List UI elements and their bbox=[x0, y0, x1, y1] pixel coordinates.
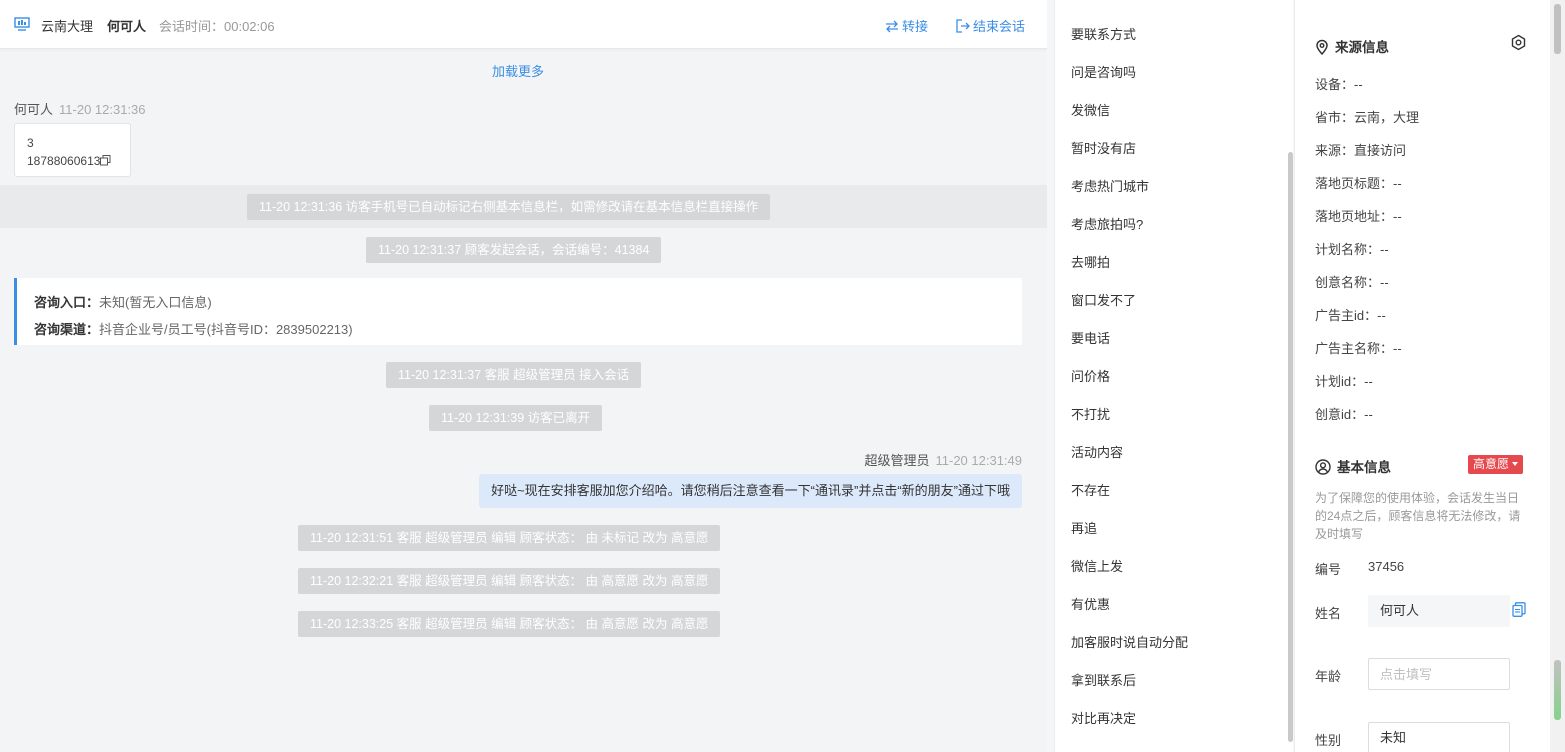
customer-info-panel: 来源信息 设备：-- 省市：云南，大理 来源：直接访问 落地页标题：-- 落地页… bbox=[1294, 0, 1550, 752]
visitor-sender-name: 何可人 bbox=[14, 102, 54, 117]
user-circle-icon bbox=[1315, 459, 1331, 475]
quick-reply-item[interactable]: 问是咨询吗 bbox=[1071, 62, 1136, 81]
quick-reply-item[interactable]: 要电话 bbox=[1071, 328, 1110, 347]
load-more-link[interactable]: 加载更多 bbox=[492, 61, 544, 80]
advertiser-name: 广告主名称：-- bbox=[1315, 341, 1402, 356]
quick-reply-item[interactable]: 考虑热门城市 bbox=[1071, 176, 1149, 195]
quick-reply-item[interactable]: 拿到联系后 bbox=[1071, 670, 1136, 689]
copy-name-icon[interactable] bbox=[1512, 602, 1526, 620]
end-session-button[interactable]: 结束会话 bbox=[956, 16, 1025, 35]
plan-name: 计划名称：-- bbox=[1315, 242, 1389, 257]
quick-reply-item[interactable]: 窗口发不了 bbox=[1071, 290, 1136, 309]
quick-reply-item[interactable]: 要联系方式 bbox=[1071, 24, 1136, 43]
name-label: 姓名 bbox=[1315, 606, 1342, 621]
consult-entry-card: 咨询入口：未知(暂无入口信息) 咨询渠道：抖音企业号/员工号(抖音号ID：283… bbox=[14, 278, 1022, 345]
plan-id: 计划id：-- bbox=[1315, 374, 1373, 389]
quick-reply-item[interactable]: 暂时没有店 bbox=[1071, 138, 1136, 157]
channel-value: 抖音企业号/员工号(抖音号ID：2839502213) bbox=[99, 322, 353, 337]
quick-reply-item[interactable]: 不存在 bbox=[1071, 480, 1110, 499]
quick-reply-item[interactable]: 微信上发 bbox=[1071, 556, 1123, 575]
quick-reply-scrollbar[interactable] bbox=[1288, 152, 1293, 742]
id-value: 37456 bbox=[1368, 559, 1405, 574]
monitor-icon bbox=[14, 17, 30, 31]
quick-reply-item[interactable]: 去哪拍 bbox=[1071, 252, 1110, 271]
visitor-message-line2: 18788060613 bbox=[27, 154, 101, 168]
quick-reply-item[interactable]: 问价格 bbox=[1071, 366, 1110, 385]
location-pin-icon bbox=[1316, 39, 1328, 56]
visitor-message-bubble: 3 18788060613 bbox=[14, 123, 131, 177]
landing-page-title: 落地页标题：-- bbox=[1315, 176, 1402, 191]
scrollbar-thumb[interactable] bbox=[1554, 4, 1561, 54]
agent-sender-name: 超级管理员 bbox=[864, 453, 930, 468]
creative-name: 创意名称：-- bbox=[1315, 275, 1389, 290]
transfer-button[interactable]: 转接 bbox=[885, 16, 928, 35]
advertiser-id: 广告主id：-- bbox=[1315, 308, 1386, 323]
system-message: 11-20 12:31:39 访客已离开 bbox=[429, 405, 603, 431]
gender-select[interactable]: 未知 bbox=[1368, 722, 1510, 752]
agent-message-meta: 超级管理员 11-20 12:31:49 bbox=[864, 450, 1022, 469]
system-message: 11-20 12:33:25 客服 超级管理员 编辑 顾客状态： 由 高意愿 改… bbox=[298, 611, 721, 637]
age-label: 年龄 bbox=[1315, 669, 1342, 684]
page-scrollbar[interactable] bbox=[1550, 0, 1565, 752]
chat-header: 云南大理 何可人 会话时间：00:02:06 转接 结束会话 bbox=[0, 0, 1047, 49]
system-message: 11-20 12:31:36 访客手机号已自动标记右侧基本信息栏，如需修改请在基… bbox=[247, 194, 771, 220]
copy-icon[interactable] bbox=[100, 153, 111, 166]
transfer-icon bbox=[886, 20, 898, 33]
quick-reply-item[interactable]: 考虑旅拍吗? bbox=[1071, 214, 1143, 233]
system-message: 11-20 12:31:37 顾客发起会话，会话编号：41384 bbox=[366, 237, 662, 263]
quick-reply-item[interactable]: 加客服时说自动分配 bbox=[1071, 632, 1188, 651]
creative-id: 创意id：-- bbox=[1315, 407, 1373, 422]
id-label: 编号 bbox=[1315, 562, 1342, 577]
agent-message-time: 11-20 12:31:49 bbox=[935, 453, 1023, 468]
source-device: 设备：-- bbox=[1315, 77, 1363, 92]
source-channel: 来源：直接访问 bbox=[1315, 143, 1407, 158]
chat-panel: 云南大理 何可人 会话时间：00:02:06 转接 结束会话 加载更多 何可人 1… bbox=[0, 0, 1047, 752]
visitor-message-line1: 3 bbox=[27, 136, 34, 150]
entry-label: 咨询入口： bbox=[34, 295, 100, 310]
visitor-message-meta: 何可人 11-20 12:31:36 bbox=[14, 99, 146, 118]
edit-deadline-note: 为了保障您的使用体验，会话发生当日的24点之后，顾客信息将无法修改，请及时填写 bbox=[1315, 491, 1521, 541]
toggle-visibility-icon[interactable] bbox=[1510, 34, 1527, 54]
transfer-label: 转接 bbox=[902, 19, 929, 34]
visitor-name: 何可人 bbox=[107, 19, 147, 34]
system-message: 11-20 12:32:21 客服 超级管理员 编辑 顾客状态： 由 高意愿 改… bbox=[298, 568, 721, 594]
name-field: 何可人 bbox=[1368, 595, 1510, 627]
intent-status-dropdown[interactable]: 高意愿 bbox=[1468, 455, 1524, 474]
landing-page-url: 落地页地址：-- bbox=[1315, 209, 1402, 224]
quick-reply-item[interactable]: 发微信 bbox=[1071, 100, 1110, 119]
quick-reply-item[interactable]: 活动内容 bbox=[1071, 442, 1123, 461]
channel-label: 咨询渠道： bbox=[34, 322, 100, 337]
quick-reply-item[interactable]: 有优惠 bbox=[1071, 594, 1110, 613]
system-message: 11-20 12:31:51 客服 超级管理员 编辑 顾客状态： 由 未标记 改… bbox=[298, 525, 721, 551]
quick-reply-list: 要联系方式 问是咨询吗 发微信 暂时没有店 考虑热门城市 考虑旅拍吗? 去哪拍 … bbox=[1054, 0, 1293, 752]
basic-info-title: 基本信息 bbox=[1315, 456, 1391, 476]
entry-value: 未知(暂无入口信息) bbox=[99, 295, 212, 310]
source-info-title: 来源信息 bbox=[1315, 36, 1389, 56]
agent-message-bubble: 好哒~现在安排客服加您介绍哈。请您稍后注意查看一下“通讯录”并点击“新的朋友”通… bbox=[479, 474, 1022, 508]
exit-icon bbox=[956, 19, 970, 33]
end-session-label: 结束会话 bbox=[973, 19, 1026, 34]
session-time: 会话时间：00:02:06 bbox=[159, 19, 275, 34]
quick-reply-item[interactable]: 不打扰 bbox=[1071, 404, 1110, 423]
system-message: 11-20 12:31:37 客服 超级管理员 接入会话 bbox=[386, 362, 642, 388]
gender-label: 性别 bbox=[1315, 733, 1342, 748]
scrollbar-thumb[interactable] bbox=[1554, 660, 1561, 720]
source-region: 省市：云南，大理 bbox=[1315, 110, 1420, 125]
quick-reply-item[interactable]: 对比再决定 bbox=[1071, 708, 1136, 727]
age-input[interactable] bbox=[1368, 658, 1510, 690]
visitor-message-time: 11-20 12:31:36 bbox=[59, 102, 146, 117]
quick-reply-item[interactable]: 再追 bbox=[1071, 518, 1097, 537]
visitor-city: 云南大理 bbox=[41, 19, 94, 34]
